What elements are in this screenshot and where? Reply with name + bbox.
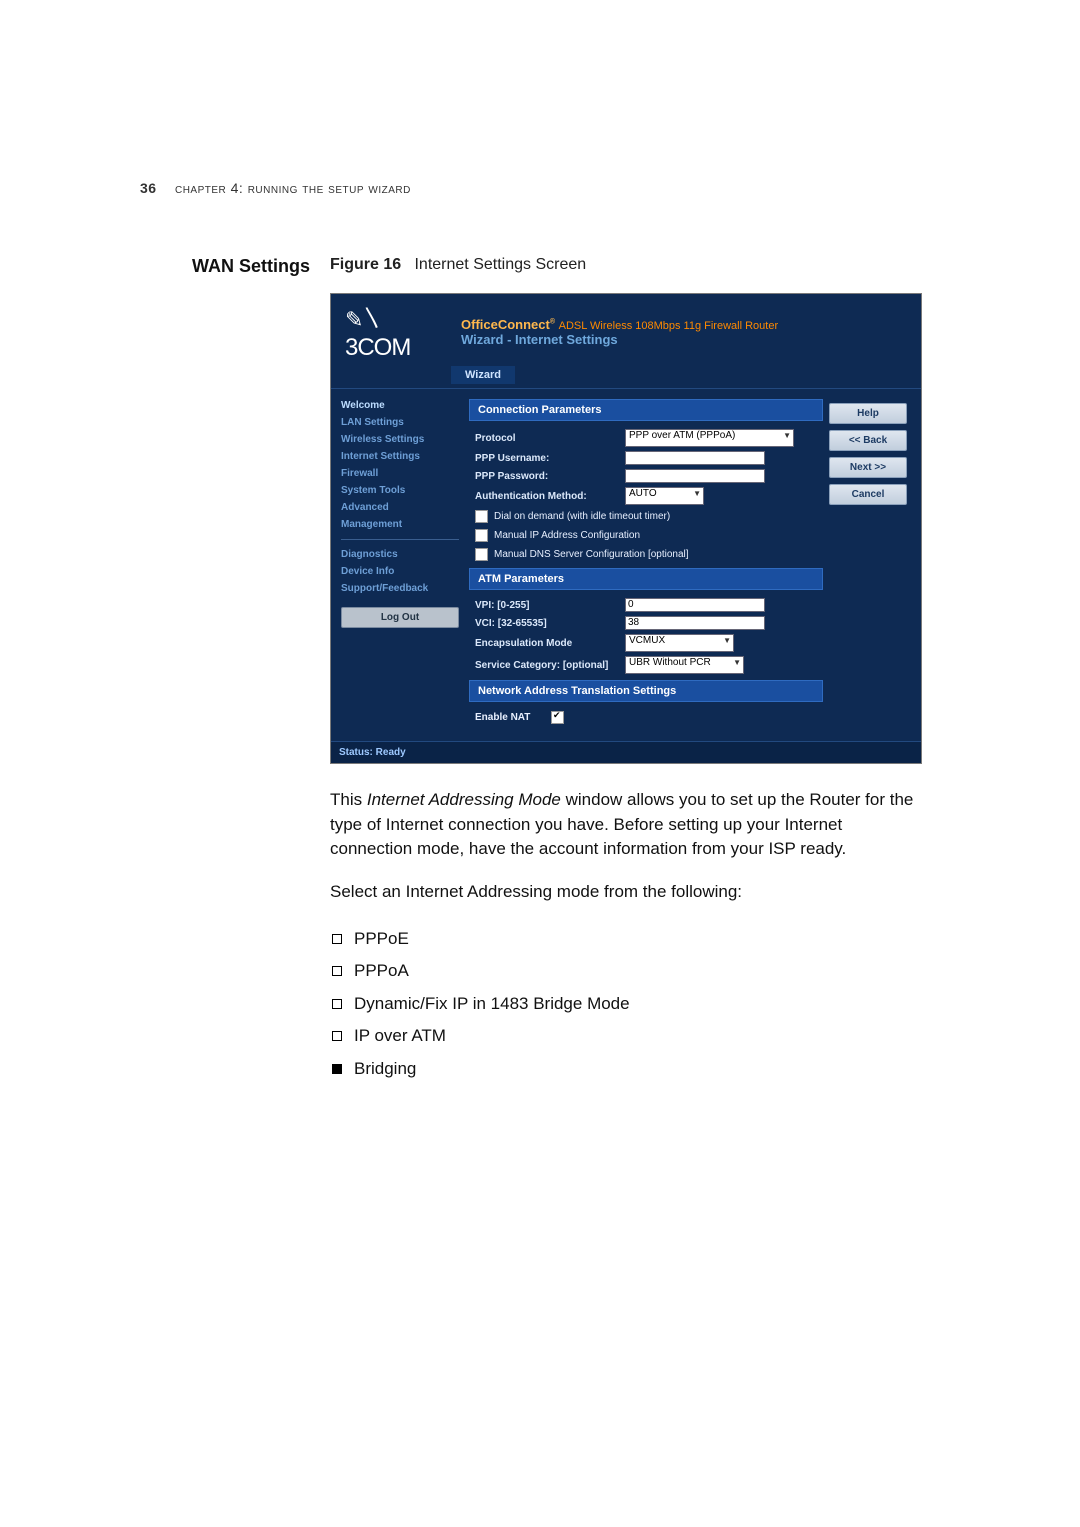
- label-dial-on-demand: Dial on demand (with idle timeout timer): [494, 511, 670, 522]
- label-auth-method: Authentication Method:: [475, 491, 625, 502]
- nav-support-feedback[interactable]: Support/Feedback: [341, 580, 459, 597]
- product-rest: ADSL Wireless 108Mbps 11g Firewall Route…: [559, 320, 778, 332]
- nav-lan-settings[interactable]: LAN Settings: [341, 414, 459, 431]
- section-nat-settings: Network Address Translation Settings: [469, 680, 823, 702]
- input-vci[interactable]: 38: [625, 616, 765, 630]
- body-paragraph-2: Select an Internet Addressing mode from …: [330, 880, 920, 905]
- brand-text: 3COM: [345, 334, 455, 362]
- list-item: Bridging: [330, 1053, 920, 1086]
- running-header: 36 Chapter 4: Running the Setup Wizard: [140, 180, 940, 196]
- label-ppp-password: PPP Password:: [475, 471, 625, 482]
- nav-system-tools[interactable]: System Tools: [341, 482, 459, 499]
- back-button[interactable]: << Back: [829, 430, 907, 451]
- select-auth-method[interactable]: AUTO: [625, 487, 704, 505]
- nav-advanced[interactable]: Advanced: [341, 499, 459, 516]
- label-protocol: Protocol: [475, 433, 625, 444]
- body-paragraph-1: This Internet Addressing Mode window all…: [330, 788, 920, 862]
- chapter-title: Chapter 4: Running the Setup Wizard: [175, 180, 411, 196]
- checkbox-enable-nat[interactable]: [551, 711, 564, 724]
- next-button[interactable]: Next >>: [829, 457, 907, 478]
- brand-logo: ✎〵 3COM: [331, 302, 455, 362]
- checkbox-dial-on-demand[interactable]: [475, 510, 488, 523]
- cancel-button[interactable]: Cancel: [829, 484, 907, 505]
- figure-label: Figure 16: [330, 256, 401, 273]
- label-manual-ip: Manual IP Address Configuration: [494, 530, 640, 541]
- mode-list: PPPoE PPPoA Dynamic/Fix IP in 1483 Bridg…: [330, 923, 920, 1086]
- list-item: IP over ATM: [330, 1020, 920, 1053]
- input-ppp-username[interactable]: [625, 451, 765, 465]
- select-service-category[interactable]: UBR Without PCR: [625, 656, 744, 674]
- section-atm-parameters: ATM Parameters: [469, 568, 823, 590]
- select-protocol[interactable]: PPP over ATM (PPPoA): [625, 429, 794, 447]
- section-connection-parameters: Connection Parameters: [469, 399, 823, 421]
- label-service-category: Service Category: [optional]: [475, 660, 625, 671]
- label-ppp-username: PPP Username:: [475, 453, 625, 464]
- nav-wireless-settings[interactable]: Wireless Settings: [341, 431, 459, 448]
- input-ppp-password[interactable]: [625, 469, 765, 483]
- label-vpi: VPI: [0-255]: [475, 600, 625, 611]
- page-number: 36: [140, 180, 157, 196]
- label-vci: VCI: [32-65535]: [475, 618, 625, 629]
- list-item: PPPoE: [330, 923, 920, 956]
- list-item: PPPoA: [330, 955, 920, 988]
- wizard-subtitle: Wizard - Internet Settings: [461, 332, 921, 347]
- select-encap-mode[interactable]: VCMUX: [625, 634, 734, 652]
- checkbox-manual-ip[interactable]: [475, 529, 488, 542]
- checkbox-manual-dns[interactable]: [475, 548, 488, 561]
- figure-caption: Figure 16 Internet Settings Screen: [330, 256, 586, 274]
- nav-welcome[interactable]: Welcome: [341, 397, 459, 414]
- nav-firewall[interactable]: Firewall: [341, 465, 459, 482]
- figure-title: Internet Settings Screen: [414, 256, 586, 273]
- nav-management[interactable]: Management: [341, 516, 459, 533]
- input-vpi[interactable]: 0: [625, 598, 765, 612]
- nav-diagnostics[interactable]: Diagnostics: [341, 546, 459, 563]
- product-bold: OfficeConnect: [461, 317, 550, 332]
- tab-wizard[interactable]: Wizard: [451, 366, 515, 384]
- section-heading: WAN Settings: [140, 256, 330, 277]
- status-bar: Status: Ready: [331, 741, 921, 763]
- product-line: OfficeConnect® ADSL Wireless 108Mbps 11g…: [461, 317, 921, 332]
- nav-device-info[interactable]: Device Info: [341, 563, 459, 580]
- help-button[interactable]: Help: [829, 403, 907, 424]
- label-manual-dns: Manual DNS Server Configuration [optiona…: [494, 549, 689, 560]
- logo-glyph-icon: ✎〵: [345, 302, 455, 334]
- sidebar-nav: Welcome LAN Settings Wireless Settings I…: [331, 389, 465, 741]
- logout-button[interactable]: Log Out: [341, 607, 459, 628]
- list-item: Dynamic/Fix IP in 1483 Bridge Mode: [330, 988, 920, 1021]
- label-encap-mode: Encapsulation Mode: [475, 638, 625, 649]
- embedded-screenshot: ✎〵 3COM OfficeConnect® ADSL Wireless 108…: [330, 293, 922, 764]
- nav-internet-settings[interactable]: Internet Settings: [341, 448, 459, 465]
- label-enable-nat: Enable NAT: [475, 712, 545, 723]
